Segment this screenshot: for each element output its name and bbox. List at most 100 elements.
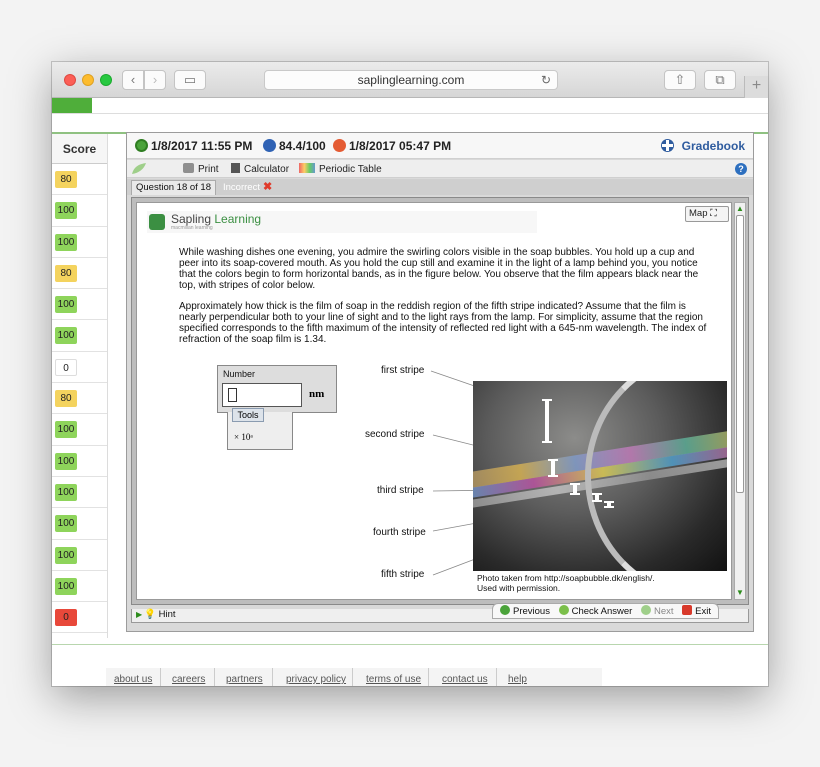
check-answer-button[interactable]: Check Answer — [558, 604, 633, 619]
score-badge: 80 — [55, 171, 77, 188]
calculator-icon — [231, 163, 240, 173]
due-date: 1/8/2017 11:55 PM — [135, 139, 252, 153]
stripe-marker-third — [570, 483, 580, 495]
forward-button[interactable]: › — [144, 70, 166, 90]
question-frame: Sapling Learning macmillan learning Map … — [131, 197, 749, 605]
score-badge: 0 — [55, 358, 77, 376]
assignment-panel: 1/8/2017 11:55 PM 84.4/100 1/8/2017 05:4… — [126, 132, 754, 632]
gradebook-icon — [660, 139, 674, 152]
check-answer-label: Check Answer — [571, 606, 633, 617]
tools-toolbar: Print Calculator Periodic Table ? — [127, 160, 753, 178]
next-button[interactable]: Next — [640, 604, 674, 619]
late-icon — [333, 139, 346, 152]
print-button[interactable]: Print — [183, 163, 219, 175]
footer-separator — [428, 668, 429, 686]
reload-icon[interactable]: ↻ — [541, 71, 551, 89]
previous-button[interactable]: Previous — [499, 604, 550, 619]
scroll-down-icon[interactable]: ▼ — [735, 587, 745, 599]
footer-link-partners[interactable]: partners — [226, 674, 263, 685]
score-row[interactable]: 100 — [52, 320, 107, 352]
score-badge: 100 — [55, 546, 77, 564]
score-row[interactable]: 100 — [52, 414, 107, 446]
score-row[interactable]: 80 — [52, 383, 107, 415]
next-icon — [640, 605, 651, 615]
tabs-overview-icon[interactable]: ⧉ — [704, 70, 736, 90]
share-icon[interactable]: ⇧ — [664, 70, 696, 90]
footer-link-careers[interactable]: careers — [172, 674, 205, 685]
score-badge: 100 — [55, 452, 77, 470]
navigation-actions: Previous Check Answer Next Exit — [491, 603, 719, 619]
question-scrollbar[interactable]: ▲ ▼ — [734, 202, 746, 600]
footer-separator — [272, 668, 273, 686]
score-badge: 100 — [55, 483, 77, 501]
periodic-table-icon — [299, 163, 315, 173]
score-row[interactable]: 100 — [52, 446, 107, 477]
score-row[interactable]: 100 — [52, 195, 107, 227]
photo-caption: Photo taken from http://soapbubble.dk/en… — [477, 573, 655, 593]
footer-links: about us careers partners privacy policy… — [106, 668, 602, 686]
label-third-stripe: third stripe — [377, 485, 424, 496]
periodic-table-label: Periodic Table — [319, 164, 382, 175]
help-icon[interactable]: ? — [735, 163, 747, 175]
score-row[interactable]: 100 — [52, 289, 107, 321]
score-row[interactable]: 80 — [52, 164, 107, 196]
hint-icon: 💡 — [144, 609, 156, 620]
gradebook-label: Gradebook — [681, 139, 745, 153]
score-row[interactable]: 0 — [52, 602, 107, 634]
score-row[interactable]: 100 — [52, 540, 107, 571]
incorrect-icon: ✖ — [262, 181, 273, 193]
expand-arrow-icon: ▶ — [136, 610, 143, 619]
score-row[interactable]: 100 — [52, 508, 107, 540]
scroll-thumb[interactable] — [736, 215, 744, 493]
stripe-marker-first — [542, 399, 552, 443]
address-bar[interactable]: saplinglearning.com ↻ — [264, 70, 558, 90]
assignment-score: 84.4/100 — [263, 139, 326, 153]
score-row[interactable]: 100 — [52, 477, 107, 509]
caption-line-1: Photo taken from http://soapbubble.dk/en… — [477, 573, 655, 583]
footer-link-terms[interactable]: terms of use — [366, 674, 421, 685]
close-window-button[interactable] — [64, 74, 76, 86]
minimize-window-button[interactable] — [82, 74, 94, 86]
periodic-table-button[interactable]: Periodic Table — [299, 163, 382, 175]
score-badge: 0 — [55, 609, 77, 627]
hint-button[interactable]: ▶ 💡 Hint — [136, 609, 176, 621]
clock-icon — [135, 139, 148, 152]
exit-label: Exit — [695, 606, 711, 617]
footer-separator — [496, 668, 497, 686]
tab-question-current[interactable]: Question 18 of 18 — [131, 180, 216, 195]
score-row[interactable]: 100 — [52, 227, 107, 258]
sidebar-toggle-icon[interactable]: ▭ — [174, 70, 206, 90]
score-badge: 100 — [55, 202, 77, 220]
gradebook-link[interactable]: Gradebook — [660, 139, 745, 153]
label-first-stripe: first stripe — [381, 365, 425, 376]
score-badge: 100 — [55, 327, 77, 345]
cup-rim — [585, 381, 727, 571]
zoom-window-button[interactable] — [100, 74, 112, 86]
scroll-up-icon[interactable]: ▲ — [735, 203, 745, 215]
score-row[interactable]: 0 — [52, 352, 107, 384]
back-button[interactable]: ‹ — [122, 70, 144, 90]
print-label: Print — [198, 164, 219, 175]
calculator-button[interactable]: Calculator — [231, 163, 289, 175]
browser-window: ‹ › ▭ saplinglearning.com ↻ ⇧ ⧉ + Score … — [52, 62, 768, 686]
footer-link-about[interactable]: about us — [114, 674, 152, 685]
score-header: Score — [52, 134, 107, 164]
footer-link-privacy[interactable]: privacy policy — [286, 674, 346, 685]
score-row[interactable]: 100 — [52, 571, 107, 603]
footer-link-contact[interactable]: contact us — [442, 674, 488, 685]
late-date-text: 1/8/2017 05:47 PM — [349, 139, 452, 153]
label-second-stripe: second stripe — [365, 429, 425, 440]
due-date-text: 1/8/2017 11:55 PM — [151, 139, 253, 153]
stripe-marker-fifth — [604, 501, 614, 508]
new-tab-button[interactable]: + — [744, 76, 768, 98]
check-icon — [558, 605, 569, 615]
question-bottom-bar: ▶ 💡 Hint Previous Check Answer Next Exit — [127, 603, 753, 631]
soap-film-photo — [473, 381, 727, 571]
stripe-marker-second — [548, 459, 558, 477]
exit-button[interactable]: Exit — [682, 604, 711, 619]
footer-link-help[interactable]: help — [508, 674, 527, 685]
url-text: saplinglearning.com — [357, 73, 465, 87]
footer-separator — [160, 668, 161, 686]
score-row[interactable]: 80 — [52, 258, 107, 290]
score-badge: 80 — [55, 264, 77, 282]
